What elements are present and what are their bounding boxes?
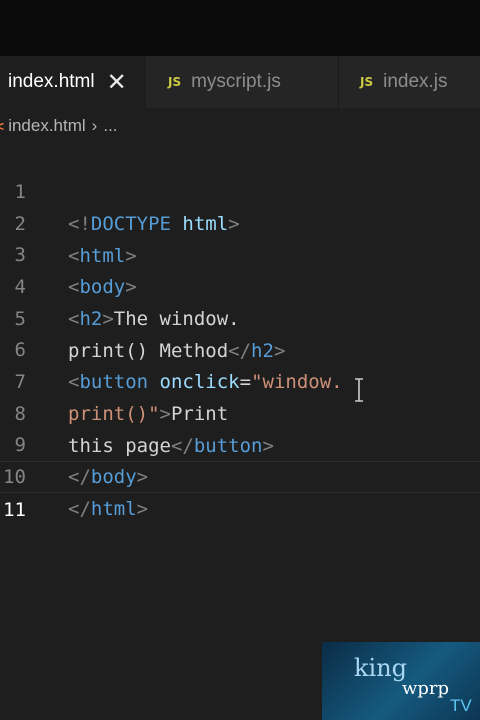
channel-logo: king wprp TV <box>322 642 480 720</box>
close-icon[interactable]: ✕ <box>107 68 127 97</box>
html-file-icon: < <box>0 118 5 134</box>
code-line[interactable]: 6 <button onclick="window. <box>0 302 480 393</box>
tab-label: index.html <box>8 71 95 92</box>
code-text[interactable]: </html> <box>68 493 148 525</box>
logo-text-wprp: wprp <box>402 678 450 699</box>
code-line[interactable]: 7 print()">Print <box>0 334 480 425</box>
tab-index-html[interactable]: index.html ✕ <box>0 56 146 108</box>
code-line[interactable]: 4 <h2>The window. <box>0 239 480 330</box>
code-line[interactable]: 3 <body> <box>0 207 480 298</box>
tab-divider <box>338 56 339 108</box>
javascript-file-icon: JS <box>168 75 182 89</box>
code-line[interactable]: 2 <html> <box>0 176 480 267</box>
tab-index-js[interactable]: JS index.js <box>360 56 448 108</box>
window-top-bar <box>0 0 480 56</box>
code-line[interactable]: 1 <!DOCTYPE html> <box>0 144 480 235</box>
code-line[interactable]: 10 </html> <box>0 429 480 520</box>
code-line[interactable]: 5 print() Method</h2> <box>0 271 480 362</box>
tab-myscript-js[interactable]: JS myscript.js <box>168 56 281 108</box>
editor-tab-bar: index.html ✕ JS myscript.js JS index.js <box>0 56 480 108</box>
breadcrumb-more[interactable]: ... <box>103 116 117 136</box>
chevron-right-icon: › <box>91 116 98 135</box>
code-line[interactable]: 9 </body> <box>0 397 480 488</box>
logo-text-king: king <box>354 654 408 682</box>
line-number: 11 <box>3 499 26 521</box>
code-line-current[interactable]: 11 <box>0 461 480 521</box>
text-cursor-icon <box>355 378 363 402</box>
tab-label: index.js <box>383 71 448 92</box>
javascript-file-icon: JS <box>360 75 374 89</box>
breadcrumb-file[interactable]: index.html <box>8 116 85 136</box>
breadcrumb: < index.html › ... <box>0 108 480 144</box>
code-line[interactable]: 8 this page</button> <box>0 366 480 457</box>
logo-text-tv: TV <box>450 696 472 715</box>
tab-label: myscript.js <box>191 71 281 92</box>
